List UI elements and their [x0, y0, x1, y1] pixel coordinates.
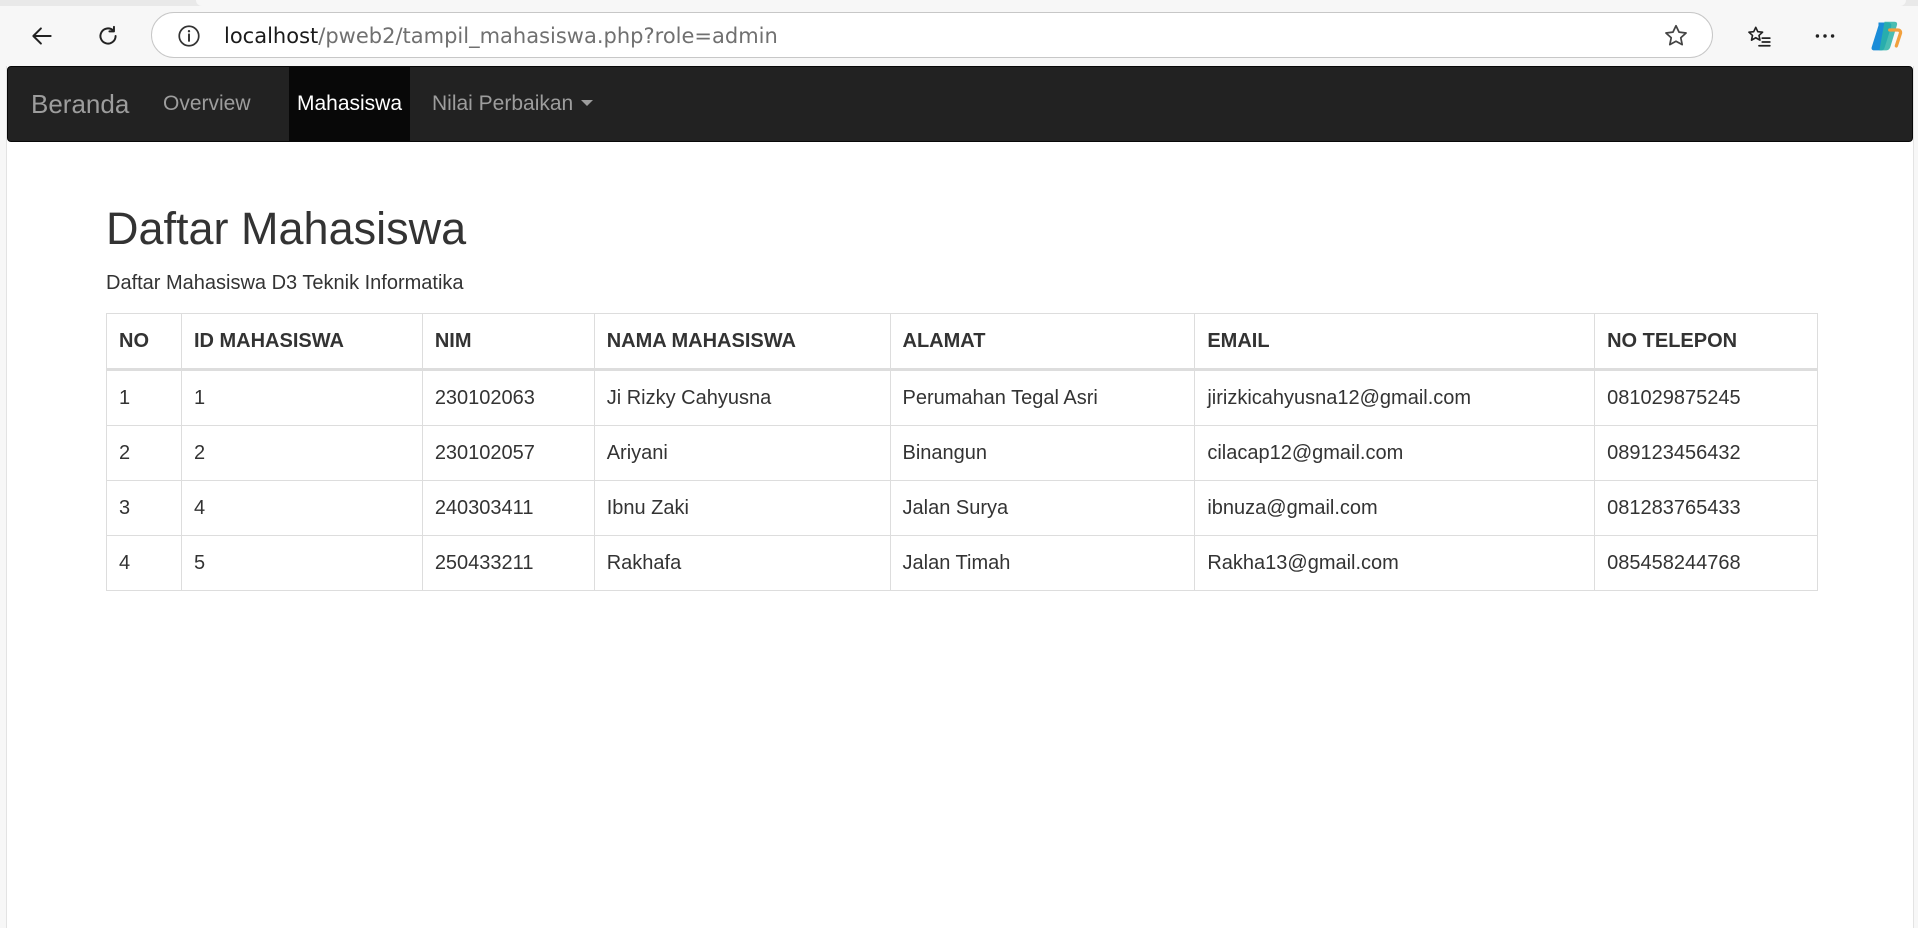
navbar-brand[interactable]: Beranda	[31, 67, 129, 141]
table-header-row: NO ID MAHASISWA NIM NAMA MAHASISWA ALAMA…	[106, 313, 1818, 371]
table-cell: Rakhafa	[593, 535, 891, 591]
table-cell: 1	[106, 369, 182, 426]
column-header: ID MAHASISWA	[180, 313, 423, 371]
table-cell: 1	[180, 369, 423, 426]
table-cell: 4	[106, 535, 182, 591]
favorite-star-icon[interactable]	[1662, 22, 1690, 50]
column-header: ALAMAT	[889, 313, 1196, 371]
browser-toolbar: localhost/pweb2/tampil_mahasiswa.php?rol…	[0, 6, 1918, 66]
url-path: /pweb2/tampil_mahasiswa.php?role=admin	[318, 24, 778, 48]
address-bar[interactable]: localhost/pweb2/tampil_mahasiswa.php?rol…	[151, 12, 1713, 58]
mahasiswa-table: NO ID MAHASISWA NIM NAMA MAHASISWA ALAMA…	[106, 313, 1818, 591]
table-cell: ibnuza@gmail.com	[1194, 480, 1596, 536]
column-header: NO TELEPON	[1594, 313, 1818, 371]
column-header: NIM	[421, 313, 595, 371]
favorites-list-icon	[1748, 26, 1771, 47]
table-cell: jirizkicahyusna12@gmail.com	[1194, 369, 1596, 426]
table-cell: Jalan Surya	[889, 480, 1196, 536]
nav-item-overview[interactable]: Overview	[141, 67, 273, 141]
page-title: Daftar Mahasiswa	[106, 203, 467, 254]
site-info-icon[interactable]	[176, 23, 202, 49]
table-cell: Ariyani	[593, 425, 891, 481]
table-cell: 2	[106, 425, 182, 481]
column-header: NO	[106, 313, 182, 371]
table-cell: 081283765433	[1594, 480, 1818, 536]
copilot-icon	[1871, 21, 1903, 51]
table-cell: 2	[180, 425, 423, 481]
url-text[interactable]: localhost/pweb2/tampil_mahasiswa.php?rol…	[224, 24, 778, 48]
nav-item-label: Nilai Perbaikan	[432, 92, 574, 115]
table-cell: 3	[106, 480, 182, 536]
column-header: NAMA MAHASISWA	[593, 313, 891, 371]
table-cell: Jalan Timah	[889, 535, 1196, 591]
url-host: localhost	[224, 24, 319, 48]
table-cell: 240303411	[421, 480, 595, 536]
dropdown-caret-icon	[581, 99, 594, 106]
nav-item-nilai-perbaikan-dropdown[interactable]: Nilai Perbaikan	[410, 67, 615, 141]
nav-item-mahasiswa[interactable]: Mahasiswa	[289, 67, 410, 141]
column-header: EMAIL	[1194, 313, 1596, 371]
back-button[interactable]	[20, 14, 64, 58]
table-cell: 085458244768	[1594, 535, 1818, 591]
reload-icon	[99, 25, 117, 45]
table-row: 3 4 240303411 Ibnu Zaki Jalan Surya ibnu…	[106, 480, 1818, 536]
table-cell: 230102057	[421, 425, 595, 481]
table-row: 1 1 230102063 Ji Rizky Cahyusna Perumaha…	[106, 369, 1818, 426]
table-cell: 5	[180, 535, 423, 591]
more-dots-icon	[1815, 34, 1835, 38]
table-cell: 4	[180, 480, 423, 536]
table-cell: 250433211	[421, 535, 595, 591]
table-cell: Rakha13@gmail.com	[1194, 535, 1596, 591]
top-navbar: Beranda Overview Mahasiswa Nilai Perbaik…	[7, 66, 1913, 142]
page-subtitle: Daftar Mahasiswa D3 Teknik Informatika	[106, 272, 464, 294]
back-arrow-icon	[32, 27, 52, 45]
table-cell: Binangun	[889, 425, 1196, 481]
table-cell: 230102063	[421, 369, 595, 426]
nav-item-label: Overview	[163, 92, 251, 115]
table-cell: cilacap12@gmail.com	[1194, 425, 1596, 481]
table-row: 4 5 250433211 Rakhafa Jalan Timah Rakha1…	[106, 535, 1818, 591]
table-cell: 081029875245	[1594, 369, 1818, 426]
table-cell: Ibnu Zaki	[593, 480, 891, 536]
table-row: 2 2 230102057 Ariyani Binangun cilacap12…	[106, 425, 1818, 481]
favorites-button[interactable]	[1737, 14, 1781, 58]
nav-item-label: Mahasiswa	[296, 92, 403, 115]
table-cell: 089123456432	[1594, 425, 1818, 481]
reload-button[interactable]	[86, 14, 130, 58]
page-viewport: Beranda Overview Mahasiswa Nilai Perbaik…	[6, 66, 1914, 928]
table-cell: Ji Rizky Cahyusna	[593, 369, 891, 426]
copilot-button[interactable]	[1864, 14, 1908, 58]
more-menu-button[interactable]	[1803, 14, 1847, 58]
table-cell: Perumahan Tegal Asri	[889, 369, 1196, 426]
